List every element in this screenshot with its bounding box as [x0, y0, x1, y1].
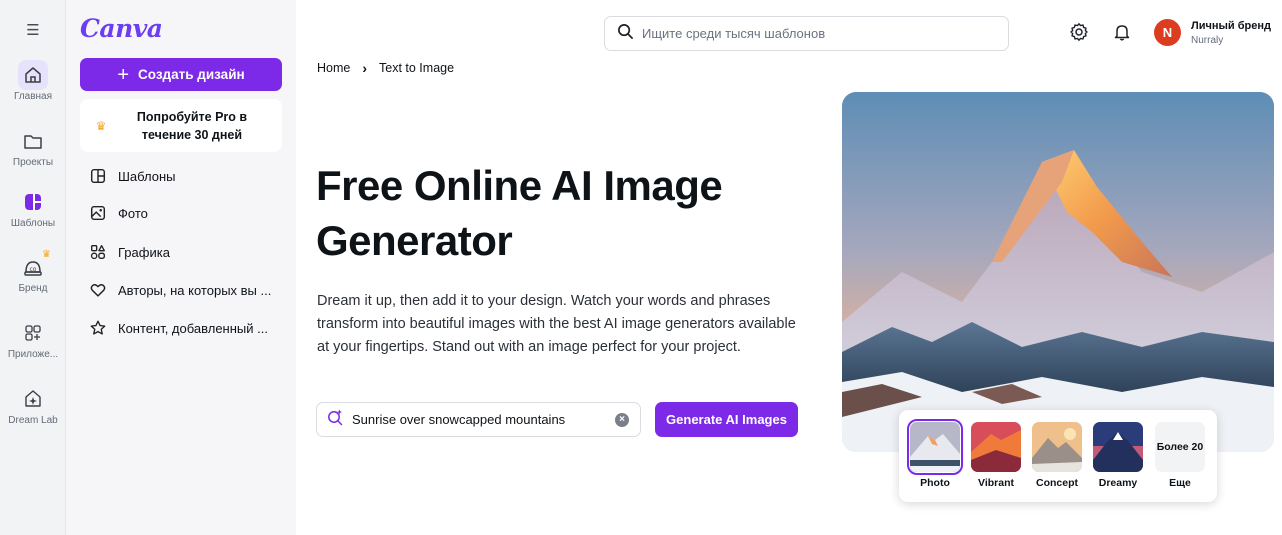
search-input[interactable] [642, 26, 982, 41]
style-option-more[interactable]: Более 20 Еще [1154, 422, 1206, 489]
brand-name[interactable]: Личный бренд [1191, 20, 1271, 32]
rail-label: Dream Lab [8, 415, 58, 426]
crown-icon: ♛ [95, 118, 107, 133]
page-title: Free Online AI Image Generator [316, 162, 723, 264]
rail-item-projects[interactable]: Проекты [0, 126, 66, 168]
nav-label: Шаблоны [118, 168, 176, 184]
brand-icon: co ♛ [18, 249, 51, 282]
style-option-dreamy[interactable]: Dreamy [1092, 422, 1144, 489]
rail-label: Шаблоны [10, 218, 56, 229]
style-option-concept[interactable]: Concept [1031, 422, 1083, 489]
side-panel: Canva + Создать дизайн ♛ Попробуйте Pro … [66, 0, 296, 535]
style-picker: Photo Vibrant Concept Dreamy Более 20 Ещ… [899, 410, 1217, 502]
sparkle-search-icon [326, 408, 344, 431]
rail-label: Бренд [18, 283, 48, 294]
breadcrumb-home-link[interactable]: Home [317, 61, 350, 75]
plus-icon: + [117, 63, 130, 86]
nav-label: Авторы, на которых вы ... [118, 282, 272, 298]
search-bar[interactable] [604, 16, 1009, 51]
photo-icon [88, 203, 108, 223]
template-icon [88, 166, 108, 186]
style-label: Dreamy [1098, 477, 1138, 489]
notifications-button[interactable] [1112, 22, 1134, 44]
apps-icon [18, 318, 48, 348]
prompt-input[interactable] [352, 412, 607, 427]
collapse-menu-icon[interactable]: ☰ [22, 22, 44, 40]
try-pro-card[interactable]: ♛ Попробуйте Pro в течение 30 дней [80, 99, 282, 152]
generate-ai-images-button[interactable]: Generate AI Images [655, 402, 798, 437]
rail-label: Проекты [12, 157, 54, 168]
nav-item-photos[interactable]: Фото [88, 201, 288, 225]
style-label: Photo [920, 477, 950, 489]
nav-item-followed-authors[interactable]: Авторы, на которых вы ... [88, 278, 288, 302]
dreamy-style-thumbnail [1093, 422, 1143, 472]
brand-subtitle: Nurraly [1191, 35, 1224, 46]
photo-style-thumbnail [907, 419, 963, 475]
vibrant-style-thumbnail [971, 422, 1021, 472]
create-design-label: Создать дизайн [138, 67, 245, 82]
style-option-vibrant[interactable]: Vibrant [970, 422, 1022, 489]
star-icon [88, 318, 108, 338]
heart-icon [88, 280, 108, 300]
rail-item-apps[interactable]: Приложе... [0, 318, 66, 360]
settings-button[interactable] [1069, 22, 1091, 44]
left-rail: ☰ Главная Проекты Шаблоны co ♛ Бренд При… [0, 0, 66, 535]
gear-icon [1069, 23, 1089, 46]
style-label: Vibrant [978, 477, 1014, 489]
graphics-icon [88, 242, 108, 262]
try-pro-label: Попробуйте Pro в течение 30 дней [136, 109, 248, 142]
clear-icon[interactable]: × [615, 412, 629, 427]
chevron-right-icon: › [362, 60, 368, 76]
concept-style-thumbnail [1032, 422, 1082, 472]
create-design-button[interactable]: + Создать дизайн [80, 58, 282, 91]
hero-description: Dream it up, then add it to your design.… [317, 293, 796, 355]
rail-item-home[interactable]: Главная [0, 60, 66, 102]
more-styles-thumbnail: Более 20 [1155, 422, 1205, 472]
rail-label: Приложе... [7, 349, 59, 360]
folder-icon [18, 126, 48, 156]
style-label: Concept [1036, 477, 1078, 489]
hero-mountain-image [842, 92, 1274, 452]
nav-label: Фото [118, 205, 148, 221]
templates-icon [18, 187, 48, 217]
nav-label: Графика [118, 244, 170, 260]
rail-item-dream-lab[interactable]: Dream Lab [0, 384, 66, 426]
nav-item-graphics[interactable]: Графика [88, 240, 288, 264]
rail-label: Главная [13, 91, 53, 102]
avatar[interactable]: N [1154, 19, 1181, 46]
nav-item-templates[interactable]: Шаблоны [88, 164, 288, 188]
rail-item-brand[interactable]: co ♛ Бренд [0, 249, 66, 294]
nav-item-starred-content[interactable]: Контент, добавленный ... [88, 316, 288, 340]
search-icon [617, 23, 634, 45]
bell-icon [1112, 25, 1132, 46]
breadcrumb-current: Text to Image [379, 61, 455, 75]
style-label: Еще [1169, 477, 1191, 489]
prompt-field[interactable]: × [316, 402, 641, 437]
canva-logo[interactable]: Canva [80, 14, 163, 43]
home-icon [18, 60, 48, 90]
breadcrumb: Home › Text to Image [317, 60, 454, 76]
style-option-photo[interactable]: Photo [907, 419, 963, 489]
svg-text:co: co [30, 266, 37, 273]
crown-icon: ♛ [42, 249, 51, 260]
dream-lab-icon [18, 384, 48, 414]
rail-item-templates[interactable]: Шаблоны [0, 187, 66, 229]
nav-label: Контент, добавленный ... [118, 320, 268, 336]
